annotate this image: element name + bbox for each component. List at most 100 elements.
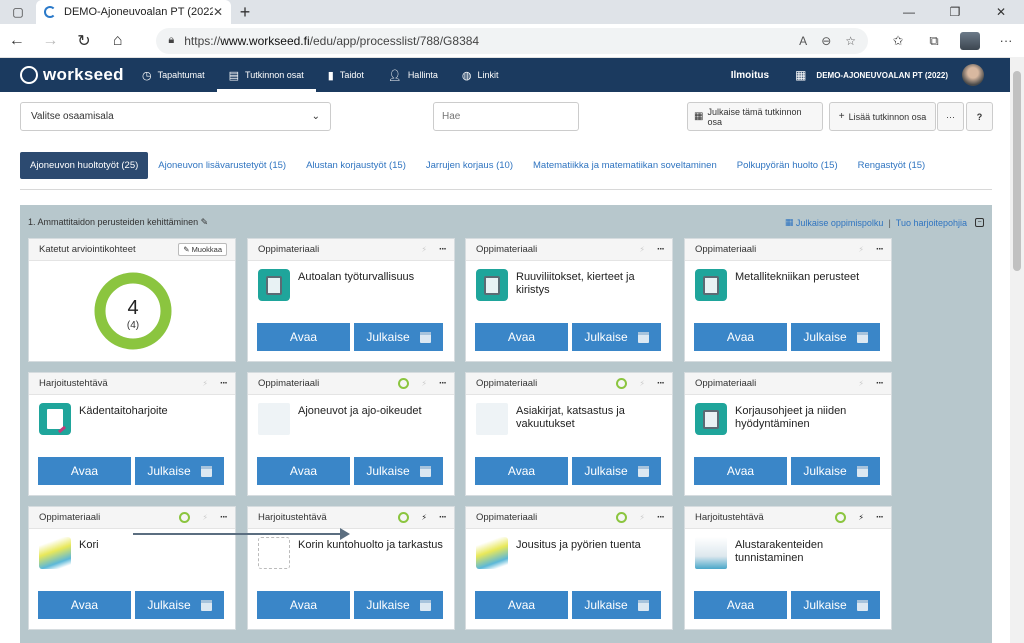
close-window-icon[interactable]: ✕: [978, 0, 1024, 24]
bolt-icon[interactable]: ⚡︎: [421, 379, 427, 388]
favorites-icon[interactable]: ✩: [880, 33, 916, 49]
nav-taidot[interactable]: ▮ Taidot: [316, 58, 376, 92]
workseed-logo[interactable]: workseed: [0, 65, 130, 85]
nav-tapahtumat[interactable]: ◷ Tapahtumat: [130, 58, 217, 92]
minimize-icon[interactable]: —: [886, 0, 932, 24]
open-button[interactable]: Avaa: [38, 591, 131, 619]
window-menu-icon[interactable]: ▢: [0, 0, 36, 24]
nav-tutkinnon-osat[interactable]: ▤ Tutkinnon osat: [216, 58, 316, 92]
browser-menu-icon[interactable]: ···: [988, 33, 1024, 48]
card-title[interactable]: Korin kuntohuolto ja tarkastus: [298, 537, 443, 552]
bolt-icon[interactable]: ⚡︎: [639, 513, 645, 522]
card-title[interactable]: Kori: [79, 537, 99, 552]
card-more-icon[interactable]: ···: [220, 512, 228, 523]
open-button[interactable]: Avaa: [694, 457, 787, 485]
open-button[interactable]: Avaa: [257, 323, 350, 351]
collections-icon[interactable]: ⧉: [916, 33, 952, 49]
publish-button[interactable]: Julkaise: [354, 457, 443, 485]
card-title[interactable]: Autoalan työturvallisuus: [298, 269, 414, 284]
card-title[interactable]: Metallitekniikan perusteet: [735, 269, 859, 284]
search-input[interactable]: [433, 102, 579, 131]
bolt-icon[interactable]: ⚡︎: [639, 245, 645, 254]
card-title[interactable]: Alustarakenteiden tunnistaminen: [735, 537, 883, 565]
open-button[interactable]: Avaa: [475, 591, 568, 619]
bolt-icon[interactable]: ⚡︎: [858, 513, 864, 522]
notification-link[interactable]: Ilmoitus: [731, 70, 769, 81]
card-title[interactable]: Asiakirjat, katsastus ja vakuutukset: [516, 403, 664, 431]
publish-button[interactable]: Julkaise: [354, 591, 443, 619]
bolt-icon[interactable]: ⚡︎: [858, 379, 864, 388]
publish-button[interactable]: Julkaise: [572, 323, 661, 351]
bolt-icon[interactable]: ⚡︎: [202, 513, 208, 522]
tab-jarrujen-korjaus[interactable]: Jarrujen korjaus (10): [416, 152, 523, 179]
forward-icon[interactable]: →: [34, 32, 68, 50]
scrollbar-thumb[interactable]: [1013, 71, 1021, 271]
open-button[interactable]: Avaa: [257, 591, 350, 619]
nav-linkit[interactable]: ◍ Linkit: [450, 58, 511, 92]
publish-button[interactable]: Julkaise: [791, 323, 880, 351]
open-button[interactable]: Avaa: [257, 457, 350, 485]
edit-button[interactable]: ✎ Muokkaa: [178, 243, 227, 256]
org-name[interactable]: DEMO-AJONEUVOALAN PT (2022): [816, 71, 948, 80]
tab-ajoneuvon-huoltotyot[interactable]: Ajoneuvon huoltotyöt (25): [20, 152, 149, 179]
open-button[interactable]: Avaa: [694, 323, 787, 351]
publish-button[interactable]: Julkaise: [354, 323, 443, 351]
tab-matematiikka[interactable]: Matematiikka ja matematiikan soveltamine…: [523, 152, 727, 179]
open-button[interactable]: Avaa: [475, 323, 568, 351]
publish-button[interactable]: Julkaise: [135, 457, 224, 485]
card-more-icon[interactable]: ···: [876, 512, 884, 523]
zoom-icon[interactable]: ⊖: [821, 34, 831, 48]
card-more-icon[interactable]: ···: [439, 244, 447, 255]
card-more-icon[interactable]: ···: [439, 512, 447, 523]
card-more-icon[interactable]: ···: [220, 378, 228, 389]
home-icon[interactable]: ⌂: [101, 32, 135, 50]
open-button[interactable]: Avaa: [38, 457, 131, 485]
collapse-icon[interactable]: −: [975, 218, 984, 227]
publish-button[interactable]: Julkaise: [791, 457, 880, 485]
card-more-icon[interactable]: ···: [876, 378, 884, 389]
open-button[interactable]: Avaa: [475, 457, 568, 485]
more-button[interactable]: ···: [937, 102, 964, 131]
grid-icon[interactable]: ▦: [795, 68, 806, 82]
back-icon[interactable]: ←: [0, 32, 34, 50]
card-more-icon[interactable]: ···: [657, 378, 665, 389]
card-more-icon[interactable]: ···: [439, 378, 447, 389]
nav-hallinta[interactable]: 👤︎ Hallinta: [376, 58, 450, 92]
bolt-icon[interactable]: ⚡︎: [639, 379, 645, 388]
publish-button[interactable]: Julkaise: [791, 591, 880, 619]
new-tab-button[interactable]: +: [231, 0, 259, 24]
osaamisala-select[interactable]: Valitse osaamisala ⌄: [20, 102, 331, 131]
close-tab-icon[interactable]: ✕: [213, 5, 223, 19]
tab-rengastyot[interactable]: Rengastyöt (15): [848, 152, 936, 179]
add-part-button[interactable]: + Lisää tutkinnon osa: [829, 102, 936, 131]
publish-button[interactable]: Julkaise: [135, 591, 224, 619]
card-title[interactable]: Ajoneuvot ja ajo-oikeudet: [298, 403, 422, 418]
card-title[interactable]: Ruuviliitokset, kierteet ja kiristys: [516, 269, 664, 297]
bolt-icon[interactable]: ⚡︎: [421, 513, 427, 522]
publish-button[interactable]: Julkaise: [572, 591, 661, 619]
vertical-scrollbar[interactable]: [1010, 57, 1024, 643]
publish-button[interactable]: Julkaise: [572, 457, 661, 485]
card-more-icon[interactable]: ···: [876, 244, 884, 255]
card-title[interactable]: Kädentaitoharjoite: [79, 403, 168, 418]
tab-polkupyoran-huolto[interactable]: Polkupyörän huolto (15): [727, 152, 848, 179]
reload-icon[interactable]: ↻: [67, 31, 101, 51]
open-button[interactable]: Avaa: [694, 591, 787, 619]
publish-path-link[interactable]: Julkaise oppimispolku: [796, 218, 884, 228]
maximize-icon[interactable]: ❐: [932, 0, 978, 24]
tab-lisavarustetyot[interactable]: Ajoneuvon lisävarustetyöt (15): [148, 152, 296, 179]
card-more-icon[interactable]: ···: [657, 244, 665, 255]
bolt-icon[interactable]: ⚡︎: [202, 379, 208, 388]
tab-alustan-korjaustyot[interactable]: Alustan korjaustyöt (15): [296, 152, 416, 179]
pencil-icon[interactable]: ✎: [201, 217, 209, 227]
card-more-icon[interactable]: ···: [657, 512, 665, 523]
bolt-icon[interactable]: ⚡︎: [858, 245, 864, 254]
favorite-add-icon[interactable]: ☆: [845, 34, 856, 48]
publish-part-button[interactable]: ▦ Julkaise tämä tutkinnon osa: [687, 102, 823, 131]
user-avatar[interactable]: [962, 64, 984, 86]
bolt-icon[interactable]: ⚡︎: [421, 245, 427, 254]
import-templates-link[interactable]: Tuo harjoitepohjia: [896, 218, 967, 228]
profile-avatar[interactable]: [960, 31, 981, 50]
card-title[interactable]: Jousitus ja pyörien tuenta: [516, 537, 641, 552]
help-button[interactable]: ?: [966, 102, 993, 131]
